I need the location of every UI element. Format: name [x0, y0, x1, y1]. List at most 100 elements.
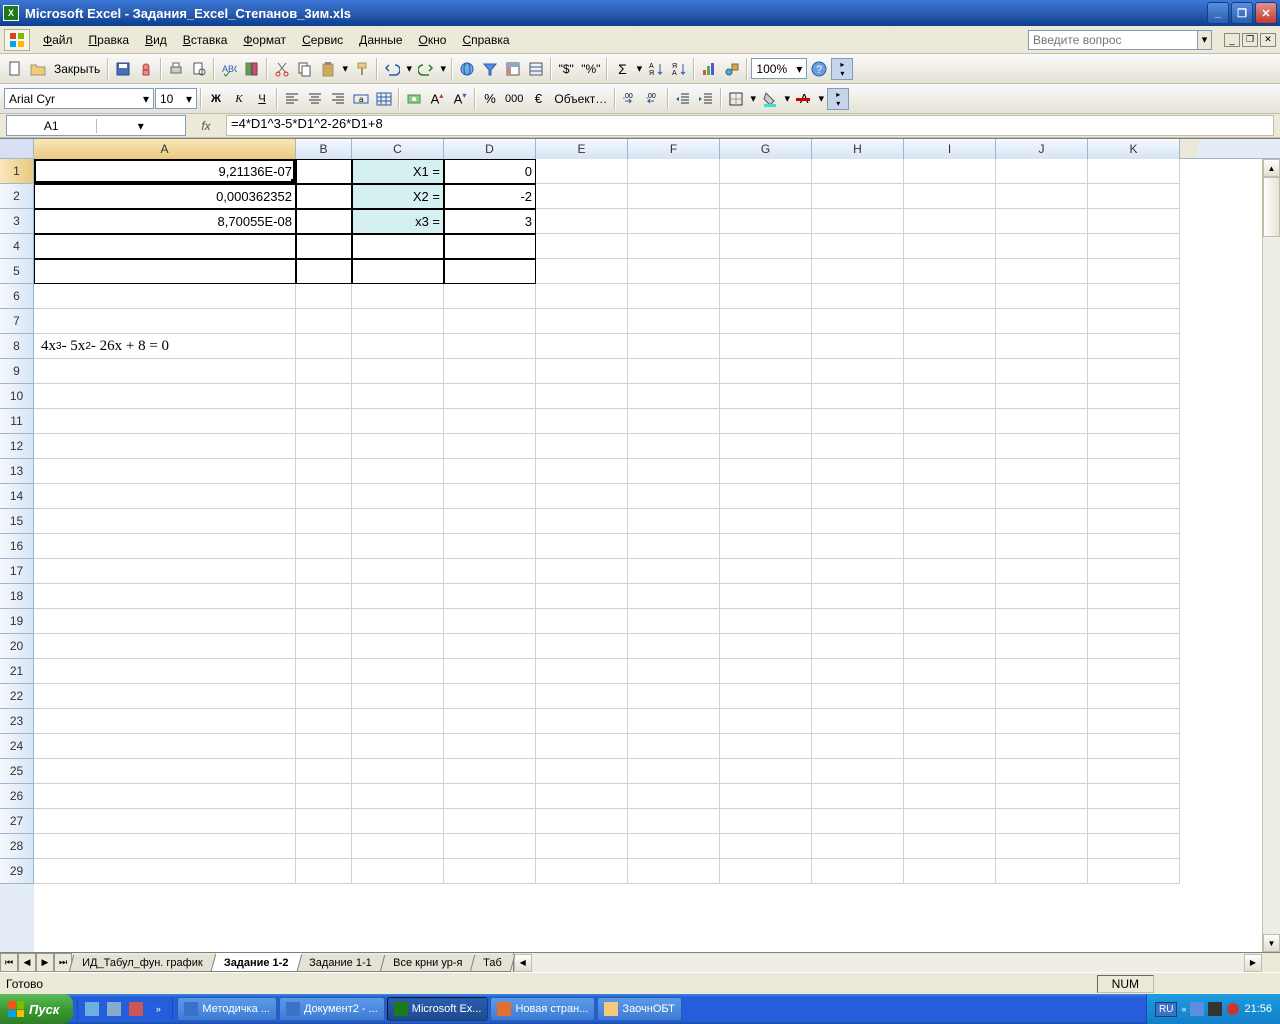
sheet-tab-2[interactable]: Задание 1-1 — [296, 955, 385, 972]
euro-button[interactable]: € — [527, 88, 549, 110]
merge-center-button[interactable]: a — [350, 88, 372, 110]
align-center-button[interactable] — [304, 88, 326, 110]
align-left-button[interactable] — [281, 88, 303, 110]
sheet-tab-1[interactable]: Задание 1-2 — [210, 953, 302, 972]
col-header-E[interactable]: E — [536, 139, 628, 159]
cell-D1[interactable]: 0 — [444, 159, 536, 184]
row-header-16[interactable]: 16 — [0, 534, 34, 559]
increase-decimal-button[interactable]: ,00 — [619, 88, 641, 110]
cells-area[interactable]: 9,21136E-070,0003623528,70055E-08X1 =X2 … — [34, 159, 1262, 952]
row-header-11[interactable]: 11 — [0, 409, 34, 434]
row-header-23[interactable]: 23 — [0, 709, 34, 734]
help-search-input[interactable] — [1028, 30, 1198, 50]
language-indicator[interactable]: RU — [1155, 1002, 1177, 1017]
borders-dropdown[interactable]: ▾ — [748, 92, 758, 105]
menu-Справка[interactable]: Справка — [454, 30, 517, 50]
sheet-tab-3[interactable]: Все крни ур-я — [379, 955, 475, 972]
sheet-tab-0[interactable]: ИД_Табул_фун. график — [69, 955, 216, 972]
restore-button[interactable]: ❐ — [1231, 2, 1253, 24]
row-header-25[interactable]: 25 — [0, 759, 34, 784]
ql-more[interactable]: » — [148, 998, 168, 1020]
currency-format-button[interactable]: "$" — [555, 58, 577, 80]
currency-button[interactable] — [403, 88, 425, 110]
row-header-9[interactable]: 9 — [0, 359, 34, 384]
tab-nav-prev[interactable]: ◀ — [18, 953, 36, 972]
row-header-29[interactable]: 29 — [0, 859, 34, 884]
menu-Вид[interactable]: Вид — [137, 30, 175, 50]
copy-button[interactable] — [294, 58, 316, 80]
formula-input[interactable]: =4*D1^3-5*D1^2-26*D1+8 — [226, 115, 1274, 136]
save-button[interactable] — [112, 58, 134, 80]
menu-Сервис[interactable]: Сервис — [294, 30, 351, 50]
help-search-dropdown[interactable]: ▾ — [1198, 30, 1212, 50]
pivot-button[interactable] — [502, 58, 524, 80]
row-header-28[interactable]: 28 — [0, 834, 34, 859]
cell-A2[interactable]: 0,000362352 — [34, 184, 296, 209]
zoom-combo[interactable]: 100%▾ — [751, 58, 807, 79]
row-header-13[interactable]: 13 — [0, 459, 34, 484]
toolbar-options-button-2[interactable]: ▸▾ — [827, 88, 849, 110]
row-header-8[interactable]: 8 — [0, 334, 34, 359]
row-header-14[interactable]: 14 — [0, 484, 34, 509]
bold-button[interactable]: Ж — [205, 88, 227, 110]
row-header-18[interactable]: 18 — [0, 584, 34, 609]
doc-restore-button[interactable]: ❐ — [1242, 33, 1258, 47]
row-header-19[interactable]: 19 — [0, 609, 34, 634]
fill-color-button[interactable] — [759, 88, 781, 110]
name-box[interactable]: A1▾ — [6, 115, 186, 136]
undo-button[interactable] — [381, 58, 403, 80]
menu-Вставка[interactable]: Вставка — [175, 30, 236, 50]
cell-C3[interactable]: x3 = — [352, 209, 444, 234]
col-header-I[interactable]: I — [904, 139, 996, 159]
task-button-4[interactable]: ЗаочнОБТ — [597, 997, 681, 1021]
vertical-scroll-thumb[interactable] — [1263, 177, 1280, 237]
menu-Файл[interactable]: Файл — [35, 30, 81, 50]
tray-icon-3[interactable] — [1226, 1002, 1240, 1016]
col-header-F[interactable]: F — [628, 139, 720, 159]
decrease-font-button[interactable]: А▾ — [449, 88, 471, 110]
increase-indent-button[interactable] — [695, 88, 717, 110]
help-button[interactable]: ? — [808, 58, 830, 80]
row-header-10[interactable]: 10 — [0, 384, 34, 409]
borders-button[interactable] — [725, 88, 747, 110]
cell-A1[interactable]: 9,21136E-07 — [34, 159, 296, 184]
tray-more[interactable]: « — [1181, 1004, 1186, 1014]
row-header-1[interactable]: 1 — [0, 159, 34, 184]
scroll-up-button[interactable]: ▲ — [1263, 159, 1280, 177]
redo-button[interactable] — [415, 58, 437, 80]
align-right-button[interactable] — [327, 88, 349, 110]
select-all-corner[interactable] — [0, 139, 34, 159]
underline-button[interactable]: Ч — [251, 88, 273, 110]
scroll-left-button[interactable]: ◀ — [514, 954, 532, 972]
font-color-dropdown[interactable]: ▾ — [816, 92, 826, 105]
chart-wizard-button[interactable] — [698, 58, 720, 80]
sheet-tab-4[interactable]: Таб — [470, 955, 515, 972]
row-header-22[interactable]: 22 — [0, 684, 34, 709]
menu-Данные[interactable]: Данные — [351, 30, 410, 50]
task-button-3[interactable]: Новая стран... — [490, 997, 595, 1021]
font-size-combo[interactable]: 10▾ — [155, 88, 197, 109]
paste-dropdown[interactable]: ▾ — [340, 62, 350, 75]
row-header-3[interactable]: 3 — [0, 209, 34, 234]
insert-object-button[interactable]: Объект… — [550, 88, 611, 110]
horizontal-scrollbar[interactable]: ◀ ▶ — [513, 953, 1262, 972]
tab-nav-first[interactable]: ⏮ — [0, 953, 18, 972]
decrease-decimal-button[interactable]: ,00 — [642, 88, 664, 110]
autosum-dropdown[interactable]: ▾ — [634, 62, 644, 75]
row-header-24[interactable]: 24 — [0, 734, 34, 759]
row-header-21[interactable]: 21 — [0, 659, 34, 684]
task-button-2[interactable]: Microsoft Ex... — [387, 997, 489, 1021]
col-header-G[interactable]: G — [720, 139, 812, 159]
print-button[interactable] — [165, 58, 187, 80]
task-button-1[interactable]: Документ2 - ... — [279, 997, 385, 1021]
vertical-scrollbar[interactable]: ▲ ▼ — [1262, 159, 1280, 952]
col-header-J[interactable]: J — [996, 139, 1088, 159]
col-header-A[interactable]: A — [34, 139, 296, 159]
row-header-27[interactable]: 27 — [0, 809, 34, 834]
italic-button[interactable]: К — [228, 88, 250, 110]
row-header-4[interactable]: 4 — [0, 234, 34, 259]
scroll-down-button[interactable]: ▼ — [1263, 934, 1280, 952]
row-header-12[interactable]: 12 — [0, 434, 34, 459]
percent-style-button[interactable]: "%" — [578, 58, 603, 80]
fill-color-dropdown[interactable]: ▾ — [782, 92, 792, 105]
